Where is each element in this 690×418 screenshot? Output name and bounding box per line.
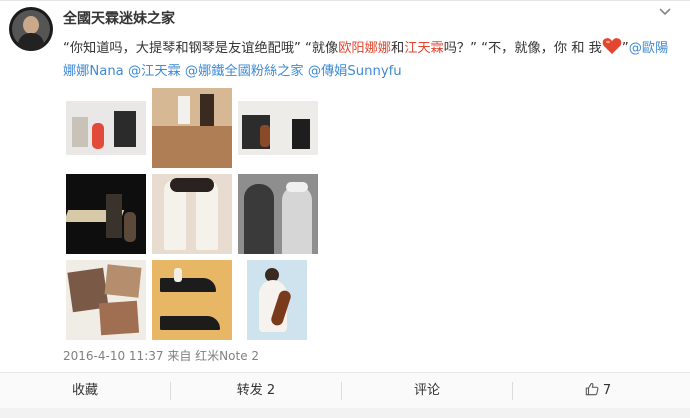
highlight-jiang-tianlin[interactable]: 江天霖	[404, 41, 444, 56]
source-prefix: 来自	[167, 349, 192, 363]
favorite-button[interactable]: 收藏	[0, 373, 170, 409]
heart-emoji-icon	[602, 38, 622, 54]
repost-button[interactable]: 转发 2	[171, 373, 341, 409]
text-segment: “你知道吗，大提琴和钢琴是友谊绝配哦” “就像	[63, 41, 339, 56]
chevron-down-icon[interactable]	[658, 7, 672, 17]
highlight-ouyang-nana[interactable]: 欧阳娜娜	[338, 41, 391, 56]
like-button[interactable]: 7	[513, 373, 683, 409]
photo-thumbnail-3[interactable]	[238, 101, 318, 155]
post-source[interactable]: 红米Note 2	[195, 349, 259, 363]
post-meta: 2016-4-10 11:37 来自 红米Note 2	[63, 347, 259, 364]
photo-thumbnail-5[interactable]	[152, 174, 232, 254]
action-bar: 收藏 转发 2 评论 7	[0, 372, 690, 409]
thumbs-up-icon	[585, 382, 599, 396]
text-segment: 和	[391, 41, 405, 56]
favorite-label: 收藏	[71, 383, 98, 398]
mention-jiang-tianlin[interactable]: @江天霖	[128, 64, 181, 79]
photo-thumbnail-1[interactable]	[66, 101, 146, 155]
repost-label: 转发 2	[236, 383, 276, 398]
photo-thumbnail-2[interactable]	[152, 88, 232, 168]
photo-thumbnail-9[interactable]	[247, 260, 307, 340]
like-count: 7	[602, 383, 612, 398]
photo-thumbnail-7[interactable]	[66, 260, 146, 340]
text-segment: 吗？” “不，就像，你 和 我	[443, 41, 602, 56]
avatar[interactable]	[9, 7, 53, 51]
photo-thumbnail-8[interactable]	[152, 260, 232, 340]
mention-sunnyfu[interactable]: @傳娟Sunnyfu	[308, 64, 402, 79]
mention-fan-club[interactable]: @娜鐵全國粉絲之家	[185, 64, 304, 79]
text-segment: ”	[621, 41, 629, 56]
photo-thumbnail-4[interactable]	[66, 174, 146, 254]
weibo-post-card: 全國天霖迷妹之家 “你知道吗，大提琴和钢琴是友谊绝配哦” “就像欧阳娜娜和江天霖…	[0, 0, 690, 418]
post-timestamp[interactable]: 2016-4-10 11:37	[63, 349, 164, 363]
comment-label: 评论	[413, 383, 440, 398]
comment-button[interactable]: 评论	[342, 373, 512, 409]
username[interactable]: 全國天霖迷妹之家	[63, 8, 175, 28]
post-text: “你知道吗，大提琴和钢琴是友谊绝配哦” “就像欧阳娜娜和江天霖吗？” “不，就像…	[63, 37, 678, 83]
photo-thumbnail-6[interactable]	[238, 174, 318, 254]
